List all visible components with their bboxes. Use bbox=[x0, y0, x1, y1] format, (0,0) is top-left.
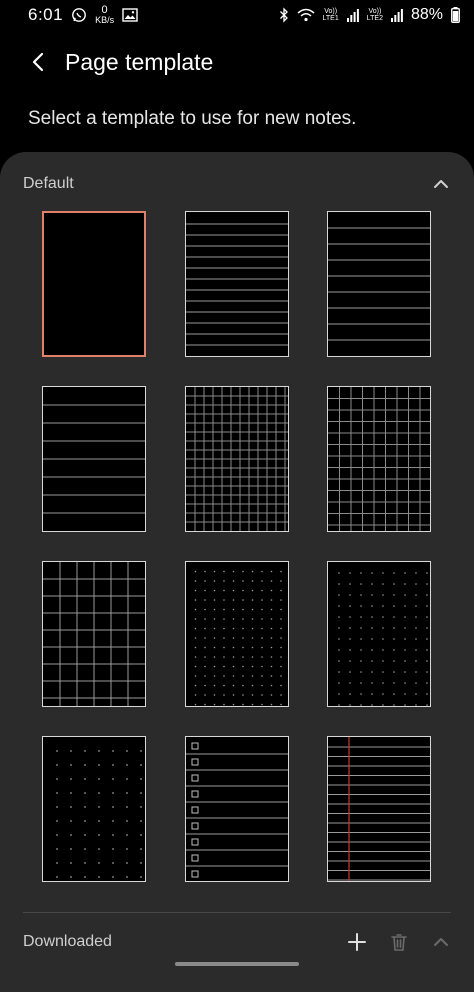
home-indicator bbox=[175, 962, 299, 966]
template-dots-fine[interactable] bbox=[185, 561, 289, 707]
downloaded-actions bbox=[345, 930, 453, 954]
default-section-header[interactable]: Default bbox=[23, 172, 453, 196]
status-time: 6:01 bbox=[28, 5, 64, 24]
page-description: Select a template to use for new notes. bbox=[28, 108, 357, 129]
back-arrow-icon bbox=[32, 52, 44, 72]
whatsapp-icon bbox=[71, 7, 87, 23]
add-template-button[interactable] bbox=[345, 930, 369, 954]
template-checklist[interactable] bbox=[185, 736, 289, 882]
status-right: Vo)) LTE1 Vo)) LTE2 88% bbox=[279, 6, 460, 24]
plus-icon bbox=[348, 933, 366, 951]
template-dots-medium[interactable] bbox=[327, 561, 431, 707]
bluetooth-icon bbox=[279, 7, 289, 23]
downloaded-section-title: Downloaded bbox=[23, 933, 112, 950]
default-collapse-button[interactable] bbox=[429, 172, 453, 196]
battery-percent: 88% bbox=[410, 6, 443, 23]
trash-icon bbox=[391, 933, 407, 951]
section-divider bbox=[23, 912, 451, 913]
status-left: 6:01 0 KB/s bbox=[28, 5, 138, 25]
default-section-title: Default bbox=[23, 175, 74, 192]
template-lines-wide[interactable] bbox=[42, 386, 146, 532]
chevron-up-icon bbox=[434, 180, 448, 188]
sim1-label: Vo)) LTE1 bbox=[323, 8, 339, 22]
signal-sim1-icon bbox=[346, 8, 359, 22]
wifi-icon bbox=[297, 8, 315, 22]
battery-icon bbox=[451, 7, 460, 23]
template-grid-fine[interactable] bbox=[185, 386, 289, 532]
signal-sim2-icon bbox=[390, 8, 403, 22]
sim1-volte: Vo)) bbox=[324, 8, 338, 15]
back-button[interactable] bbox=[18, 42, 58, 82]
template-ruled-margin[interactable] bbox=[327, 736, 431, 882]
downloaded-collapse-button[interactable] bbox=[429, 930, 453, 954]
sim2-lte: LTE2 bbox=[366, 15, 383, 22]
template-lines-medium[interactable] bbox=[327, 211, 431, 357]
status-bar: 6:01 0 KB/s Vo)) LTE1 Vo)) LTE2 88% bbox=[0, 0, 474, 30]
image-icon bbox=[122, 8, 138, 22]
template-blank[interactable] bbox=[42, 211, 146, 357]
network-speed: 0 KB/s bbox=[95, 5, 114, 25]
app-bar: Page template bbox=[0, 38, 474, 86]
sim1-lte: LTE1 bbox=[322, 15, 339, 22]
delete-template-button[interactable] bbox=[387, 930, 411, 954]
template-dots-large[interactable] bbox=[42, 736, 146, 882]
template-grid-large[interactable] bbox=[42, 561, 146, 707]
sim2-volte: Vo)) bbox=[368, 8, 382, 15]
downloaded-section-header: Downloaded bbox=[23, 930, 453, 954]
sim2-label: Vo)) LTE2 bbox=[367, 8, 383, 22]
template-panel: Default Downloaded bbox=[0, 152, 474, 992]
page-title: Page template bbox=[65, 48, 214, 75]
template-lines-narrow[interactable] bbox=[185, 211, 289, 357]
chevron-up-icon bbox=[434, 938, 448, 946]
network-speed-unit: KB/s bbox=[95, 15, 115, 25]
template-grid-medium[interactable] bbox=[327, 386, 431, 532]
